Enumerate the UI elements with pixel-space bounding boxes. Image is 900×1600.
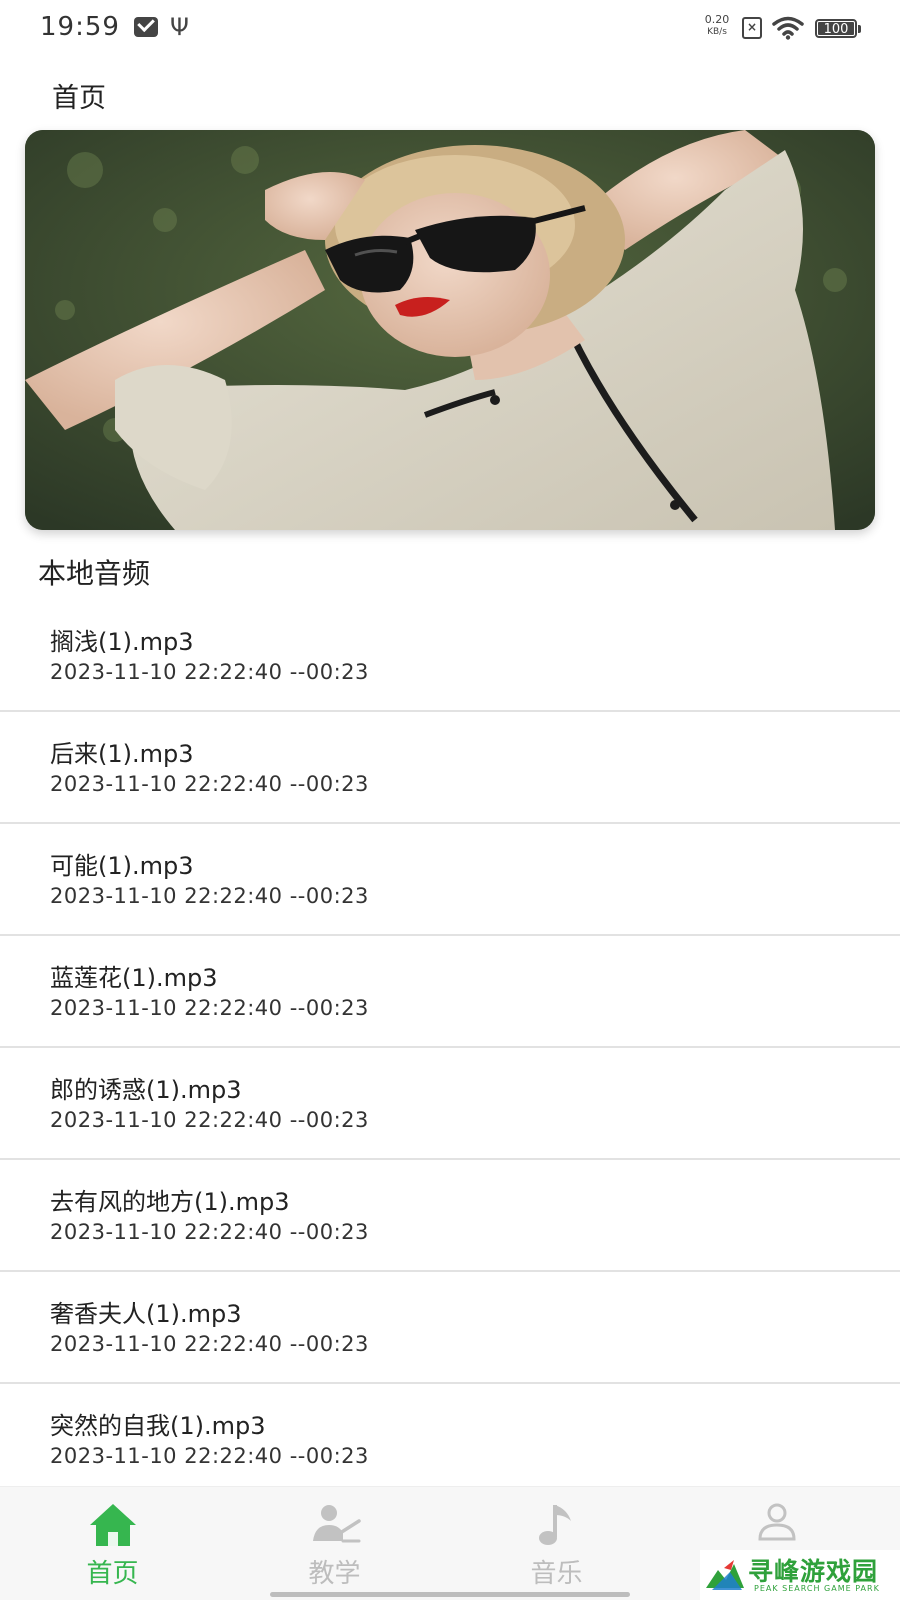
network-speed-unit: KB/s bbox=[707, 27, 727, 37]
audio-name: 可能(1).mp3 bbox=[50, 852, 194, 880]
home-icon bbox=[90, 1504, 136, 1546]
audio-meta: 2023-11-10 22:22:40 --00:23 bbox=[50, 660, 369, 684]
audio-list: 搁浅(1).mp3 2023-11-10 22:22:40 --00:23 后来… bbox=[0, 600, 900, 1496]
sim-icon: × bbox=[742, 17, 762, 39]
list-item[interactable]: 郎的诱惑(1).mp3 2023-11-10 22:22:40 --00:23 bbox=[0, 1048, 900, 1160]
audio-meta: 2023-11-10 22:22:40 --00:23 bbox=[50, 996, 369, 1020]
list-item[interactable]: 突然的自我(1).mp3 2023-11-10 22:22:40 --00:23 bbox=[0, 1384, 900, 1496]
tab-home[interactable]: 首页 bbox=[0, 1487, 225, 1600]
watermark-subtext: PEAK SEARCH GAME PARK bbox=[754, 1584, 880, 1593]
list-item[interactable]: 蓝莲花(1).mp3 2023-11-10 22:22:40 --00:23 bbox=[0, 936, 900, 1048]
audio-name: 去有风的地方(1).mp3 bbox=[50, 1188, 290, 1216]
tab-teaching-label: 教学 bbox=[308, 1559, 361, 1589]
list-item[interactable]: 奢香夫人(1).mp3 2023-11-10 22:22:40 --00:23 bbox=[0, 1272, 900, 1384]
audio-name: 蓝莲花(1).mp3 bbox=[50, 964, 218, 992]
audio-name: 后来(1).mp3 bbox=[50, 740, 194, 768]
user-icon bbox=[758, 1503, 796, 1541]
banner-image[interactable] bbox=[25, 130, 875, 530]
tab-music-label: 音乐 bbox=[530, 1559, 583, 1589]
audio-meta: 2023-11-10 22:22:40 --00:23 bbox=[50, 1220, 369, 1244]
network-speed: 0.20 KB/s bbox=[700, 14, 734, 38]
tab-home-label: 首页 bbox=[86, 1559, 139, 1589]
audio-meta: 2023-11-10 22:22:40 --00:23 bbox=[50, 772, 369, 796]
usb-icon: Ψ bbox=[170, 13, 189, 41]
audio-meta: 2023-11-10 22:22:40 --00:23 bbox=[50, 1444, 369, 1468]
tab-music[interactable]: 音乐 bbox=[444, 1487, 669, 1600]
list-item[interactable]: 搁浅(1).mp3 2023-11-10 22:22:40 --00:23 bbox=[0, 600, 900, 712]
audio-name: 搁浅(1).mp3 bbox=[50, 628, 194, 656]
banner-photo bbox=[25, 130, 875, 530]
battery-icon: 100 bbox=[815, 19, 861, 38]
audio-meta: 2023-11-10 22:22:40 --00:23 bbox=[50, 1332, 369, 1356]
wifi-icon bbox=[772, 16, 804, 40]
list-item[interactable]: 可能(1).mp3 2023-11-10 22:22:40 --00:23 bbox=[0, 824, 900, 936]
audio-name: 突然的自我(1).mp3 bbox=[50, 1412, 266, 1440]
teacher-icon bbox=[313, 1505, 361, 1543]
home-indicator[interactable] bbox=[270, 1592, 630, 1597]
tab-teaching[interactable]: 教学 bbox=[222, 1487, 447, 1600]
watermark-text: 寻峰游戏园 bbox=[748, 1557, 879, 1586]
network-speed-value: 0.20 bbox=[704, 13, 730, 26]
section-title: 本地音频 bbox=[38, 557, 151, 590]
status-bar: 19:59 Ψ 0.20 KB/s × 100 bbox=[0, 0, 900, 56]
music-note-icon bbox=[539, 1505, 571, 1545]
page-title: 首页 bbox=[52, 83, 106, 114]
list-item[interactable]: 后来(1).mp3 2023-11-10 22:22:40 --00:23 bbox=[0, 712, 900, 824]
watermark: 寻峰游戏园 PEAK SEARCH GAME PARK bbox=[700, 1550, 900, 1600]
watermark-logo bbox=[706, 1560, 744, 1590]
list-item[interactable]: 去有风的地方(1).mp3 2023-11-10 22:22:40 --00:2… bbox=[0, 1160, 900, 1272]
audio-name: 郎的诱惑(1).mp3 bbox=[50, 1076, 242, 1104]
audio-meta: 2023-11-10 22:22:40 --00:23 bbox=[50, 884, 369, 908]
mail-icon bbox=[134, 17, 158, 37]
status-time: 19:59 bbox=[40, 12, 120, 42]
audio-name: 奢香夫人(1).mp3 bbox=[50, 1300, 242, 1328]
audio-meta: 2023-11-10 22:22:40 --00:23 bbox=[50, 1108, 369, 1132]
